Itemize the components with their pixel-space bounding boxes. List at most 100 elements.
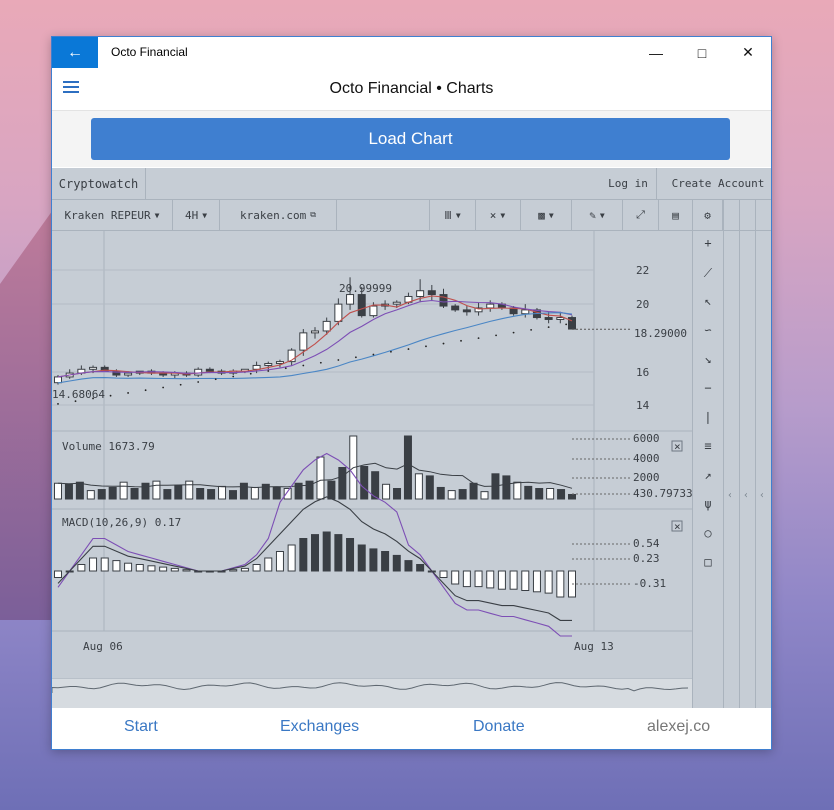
arrow-left-icon: ← <box>67 43 83 61</box>
macd-histogram-bar <box>77 564 86 572</box>
maximize-button[interactable]: □ <box>679 37 725 68</box>
macd-histogram-bar <box>451 570 460 585</box>
vertical-line-icon[interactable]: ∣ <box>693 410 723 424</box>
macd-tick: 0.23 <box>633 552 660 565</box>
candle <box>427 290 436 296</box>
candle <box>205 368 214 372</box>
macd-histogram-bar <box>159 566 168 572</box>
volume-bar <box>546 488 555 500</box>
volume-bar <box>218 485 227 500</box>
price-tick: 20 <box>636 298 649 311</box>
chevron-down-icon: ▼ <box>599 210 605 220</box>
macd-histogram-bar <box>147 565 156 572</box>
interval-select[interactable]: 4H ▼ <box>173 200 220 230</box>
volume-bar <box>316 456 325 500</box>
trend-dot <box>302 364 305 367</box>
candle <box>544 317 553 320</box>
pitchfork-icon[interactable]: ψ <box>693 497 723 511</box>
trend-dot <box>565 323 568 326</box>
volume-bar <box>458 489 467 500</box>
site-link[interactable]: alexej.co <box>647 718 710 736</box>
volume-bar <box>239 482 248 500</box>
create-account-link[interactable]: Create Account <box>665 168 771 199</box>
arrow-tool-icon[interactable]: ↘ <box>693 352 723 366</box>
trend-dot <box>354 356 357 359</box>
moving-averages <box>57 295 630 405</box>
rectangle-tool-icon[interactable]: □ <box>693 555 723 569</box>
macd-histogram-bar <box>381 551 390 572</box>
trend-dot <box>495 334 497 337</box>
candle <box>299 332 308 351</box>
chart-type-button[interactable]: Ⅲ ▼ <box>429 200 476 230</box>
volume-label: Volume 1673.79 <box>62 440 155 453</box>
side-panel-collapse[interactable]: ‹ <box>755 200 772 708</box>
parallel-lines-icon[interactable]: ≡ <box>693 439 723 453</box>
macd-tick: 0.54 <box>633 537 660 550</box>
fan-tool-icon[interactable]: ↗ <box>693 468 723 482</box>
volume-bar <box>360 465 369 500</box>
volume-bar <box>272 486 281 500</box>
draw-button[interactable]: ✎ ▼ <box>572 200 623 230</box>
chart-panel-button[interactable]: ▤ <box>659 200 693 230</box>
crosshair-icon[interactable]: + <box>693 236 723 250</box>
nav-start[interactable]: Start <box>124 718 158 736</box>
side-panel-collapse[interactable]: ‹ <box>723 200 739 708</box>
cryptowatch-widget: Cryptowatch Log in Create Account Kraken… <box>52 168 771 708</box>
navigator-pane <box>52 679 692 708</box>
volume-close-icon[interactable]: × <box>671 440 683 453</box>
macd-histogram-bar <box>54 570 62 578</box>
macd-histogram-bar <box>497 570 506 590</box>
price-chart[interactable]: 22 20 18.29000 16 14 20.99999 14.68064 V… <box>52 231 692 708</box>
macd-histogram-bar <box>474 570 483 588</box>
trend-dot <box>425 345 427 348</box>
macd-close-icon[interactable]: × <box>671 520 683 533</box>
volume-bar <box>338 467 347 500</box>
ray-tool-icon[interactable]: ↖ <box>693 294 723 308</box>
exchange-link[interactable]: kraken.com ⧉ <box>220 200 337 230</box>
minimize-button[interactable]: — <box>633 37 679 68</box>
volume-bar <box>97 489 106 500</box>
nav-exchanges[interactable]: Exchanges <box>280 718 359 736</box>
macd-histogram-bar <box>240 567 249 572</box>
circle-tool-icon[interactable]: ○ <box>693 526 723 540</box>
macd-histogram-bar <box>311 534 319 572</box>
macd-histogram-bar <box>509 570 518 590</box>
volume-tick: 2000 <box>633 471 660 484</box>
indicators-button[interactable]: ⨯ ▼ <box>475 200 521 230</box>
settings-button[interactable]: ⚙ <box>693 200 723 230</box>
trend-dot <box>477 337 480 339</box>
market-select[interactable]: Kraken REPEUR ▼ <box>52 200 173 230</box>
curve-tool-icon[interactable]: ∽ <box>693 323 723 337</box>
candle <box>311 330 319 334</box>
candle <box>124 372 133 376</box>
macd-histogram-bar <box>416 564 425 572</box>
candle <box>462 309 471 313</box>
high-label: 20.99999 <box>339 282 392 295</box>
fullscreen-button[interactable]: ⤢ <box>623 200 659 230</box>
nav-donate[interactable]: Donate <box>473 718 525 736</box>
trend-dot <box>249 372 252 375</box>
volume-bar <box>513 481 522 500</box>
side-panel-collapse[interactable]: ‹ <box>739 200 755 708</box>
macd-histogram-bar <box>439 570 448 578</box>
volume-bar <box>557 489 566 500</box>
interval-label: 4H <box>184 208 199 222</box>
macd-histogram-bar <box>404 560 413 572</box>
cryptowatch-brand[interactable]: Cryptowatch <box>52 168 146 199</box>
chevron-down-icon: ▼ <box>202 210 208 220</box>
volume-bar <box>130 488 139 500</box>
price-tick: 22 <box>636 264 649 277</box>
horizontal-line-icon[interactable]: − <box>693 381 723 395</box>
volume-bar <box>447 490 456 500</box>
login-link[interactable]: Log in <box>600 168 657 199</box>
trend-dot <box>57 403 59 405</box>
back-button[interactable]: ← <box>52 37 98 68</box>
close-button[interactable]: ✕ <box>725 37 771 68</box>
overlay-button[interactable]: ▩ ▼ <box>521 200 572 230</box>
trend-dot <box>319 361 322 364</box>
candle <box>275 361 284 365</box>
line-tool-icon[interactable]: ⟋ <box>693 266 723 281</box>
macd-histogram-bar <box>521 570 530 591</box>
load-chart-button[interactable]: Load Chart <box>91 118 730 160</box>
candles-icon: Ⅲ <box>444 208 452 222</box>
